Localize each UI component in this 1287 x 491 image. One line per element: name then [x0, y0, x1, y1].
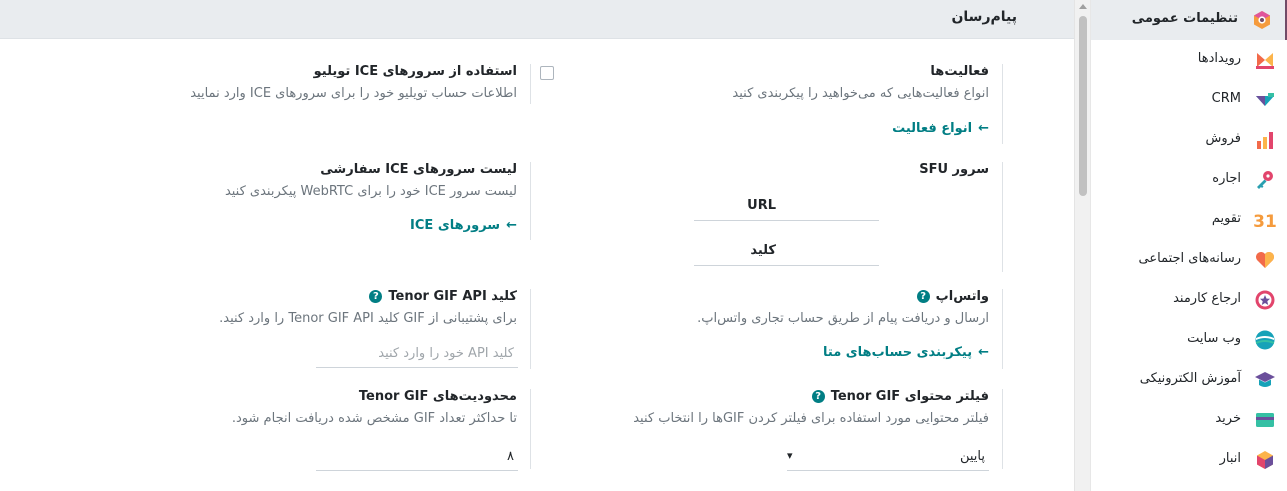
divider — [530, 289, 531, 369]
sidebar-item-label: آموزش الکترونیکی — [1139, 371, 1241, 386]
setting-description: لیست سرور ICE خود را برای WebRTC پیکربند… — [224, 184, 517, 199]
social-icon — [1256, 252, 1274, 268]
sidebar-item-employee-referral[interactable]: ارجاع کارمند — [1091, 280, 1287, 320]
sidebar-item-label: رسانه‌های اجتماعی — [1138, 251, 1241, 266]
purchase-icon — [1256, 413, 1274, 427]
setting-description: تا حداکثر تعداد GIF مشخص شده دریافت انجا… — [231, 411, 517, 426]
sidebar-item-crm[interactable]: CRM — [1091, 80, 1287, 120]
scrollbar-thumb[interactable] — [1079, 16, 1087, 196]
calendar-icon: 31 — [1254, 212, 1276, 231]
sidebar-item-label: رویدادها — [1197, 51, 1241, 66]
sidebar-item-social-marketing[interactable]: رسانه‌های اجتماعی — [1091, 240, 1287, 280]
link-label: پیکربندی حساب‌های متا — [823, 345, 973, 360]
setting-description: انواع فعالیت‌هایی که می‌خواهید را پیکربن… — [732, 86, 989, 101]
sidebar-item-inventory[interactable]: انبار — [1091, 440, 1287, 480]
sidebar-item-label: فروش — [1205, 131, 1241, 146]
setting-description: برای پشتیبانی از GIF کلید Tenor GIF API … — [219, 311, 517, 326]
activity-types-link[interactable]: ← انواع فعالیت — [892, 121, 989, 136]
input-placeholder: کلید API خود را وارد کنید — [378, 346, 514, 361]
elearning-icon — [1255, 372, 1275, 387]
tenor-filter-select[interactable]: پایین ▾ — [787, 443, 989, 471]
setting-whatsapp: واتس‌اپ? ارسال و دریافت پیام از طریق حسا… — [609, 289, 1003, 369]
help-icon[interactable]: ? — [811, 390, 825, 403]
setting-description: ارسال و دریافت پیام از طریق حساب تجاری و… — [697, 311, 989, 326]
setting-title: محدودیت‌های Tenor GIF — [358, 389, 517, 404]
settings-main: پیام‌رسان فعالیت‌ها انواع فعالیت‌هایی که… — [0, 0, 1074, 491]
title-text: فیلتر محتوای Tenor GIF — [830, 389, 989, 404]
settings-icon — [1254, 11, 1270, 29]
sales-icon — [1257, 132, 1273, 149]
arrow-left-icon: ← — [506, 218, 517, 233]
sidebar-item-general-settings[interactable]: تنظیمات عمومی — [1091, 0, 1287, 40]
sidebar-item-label: تقویم — [1211, 211, 1241, 226]
rental-icon — [1257, 171, 1273, 189]
link-label: انواع فعالیت — [892, 121, 973, 136]
website-icon — [1255, 330, 1275, 350]
sidebar-item-website[interactable]: وب سایت — [1091, 320, 1287, 360]
sidebar-item-label: ارجاع کارمند — [1173, 291, 1241, 306]
sidebar-item-label: وب سایت — [1187, 331, 1241, 346]
divider — [1002, 64, 1003, 144]
sidebar-item-calendar[interactable]: 31 تقویم — [1091, 200, 1287, 240]
referral-icon — [1255, 290, 1275, 310]
inventory-icon — [1257, 451, 1273, 469]
setting-title: واتس‌اپ? — [609, 289, 989, 304]
divider — [1002, 162, 1003, 272]
arrow-left-icon: ← — [978, 345, 989, 360]
sidebar-item-label: خرید — [1215, 411, 1241, 426]
sidebar-item-label: اجاره — [1212, 171, 1241, 186]
section-header: پیام‌رسان — [0, 0, 1074, 39]
setting-title: سرور SFU — [919, 162, 989, 177]
events-icon — [1256, 53, 1274, 69]
scroll-up-arrow-icon[interactable] — [1079, 4, 1087, 9]
divider — [530, 389, 531, 469]
help-icon[interactable]: ? — [916, 290, 930, 303]
setting-title: فیلتر محتوای Tenor GIF? — [609, 389, 989, 404]
setting-title: فعالیت‌ها — [930, 64, 989, 79]
title-text: واتس‌اپ — [935, 289, 989, 304]
divider — [1002, 389, 1003, 469]
arrow-left-icon: ← — [978, 121, 989, 136]
sidebar-item-label: انبار — [1219, 451, 1241, 466]
setting-activities: فعالیت‌ها انواع فعالیت‌هایی که می‌خواهید… — [609, 64, 1003, 144]
divider — [530, 64, 531, 104]
chevron-down-icon: ▾ — [787, 449, 793, 462]
sidebar-item-rental[interactable]: اجاره — [1091, 160, 1287, 200]
sidebar-item-label: تنظیمات عمومی — [1131, 11, 1238, 26]
help-icon[interactable]: ? — [369, 290, 383, 303]
select-value: پایین — [959, 449, 985, 464]
sidebar-item-sales[interactable]: فروش — [1091, 120, 1287, 160]
divider — [530, 162, 531, 240]
link-label: سرورهای ICE — [410, 218, 501, 233]
meta-accounts-link[interactable]: ← پیکربندی حساب‌های متا — [823, 345, 989, 360]
setting-title: لیست سرورهای ICE سفارشی — [320, 162, 517, 177]
sfu-key-input[interactable] — [694, 238, 879, 266]
tenor-api-key-input[interactable]: کلید API خود را وارد کنید — [316, 340, 518, 368]
vertical-scrollbar[interactable] — [1074, 0, 1090, 491]
divider — [1002, 289, 1003, 369]
twilio-ice-checkbox[interactable] — [540, 66, 554, 80]
section-title: پیام‌رسان — [951, 9, 1017, 25]
settings-app-sidebar: تنظیمات عمومی رویدادها CRM فروش اجاره 31… — [1090, 0, 1287, 491]
sidebar-item-label: CRM — [1211, 91, 1241, 106]
crm-icon — [1256, 93, 1274, 106]
title-text: کلید Tenor GIF API — [388, 289, 517, 304]
setting-description: فیلتر محتوایی مورد استفاده برای فیلتر کر… — [633, 411, 989, 426]
setting-ice-server-list: لیست سرورهای ICE سفارشی لیست سرور ICE خو… — [137, 162, 531, 240]
ice-servers-link[interactable]: ← سرورهای ICE — [410, 218, 517, 233]
sfu-url-input[interactable] — [694, 193, 879, 221]
sidebar-item-purchase[interactable]: خرید — [1091, 400, 1287, 440]
setting-description: اطلاعات حساب تویلیو خود را برای سرورهای … — [190, 86, 517, 101]
calendar-icon-text: 31 — [1254, 212, 1276, 231]
setting-twilio-ice: استفاده از سرورهای ICE تویلیو اطلاعات حس… — [137, 64, 531, 104]
tenor-limit-input[interactable]: ۸ — [316, 443, 518, 471]
sidebar-item-events[interactable]: رویدادها — [1091, 40, 1287, 80]
setting-title: کلید Tenor GIF API? — [137, 289, 517, 304]
setting-title: استفاده از سرورهای ICE تویلیو — [313, 64, 517, 79]
sidebar-item-elearning[interactable]: آموزش الکترونیکی — [1091, 360, 1287, 400]
